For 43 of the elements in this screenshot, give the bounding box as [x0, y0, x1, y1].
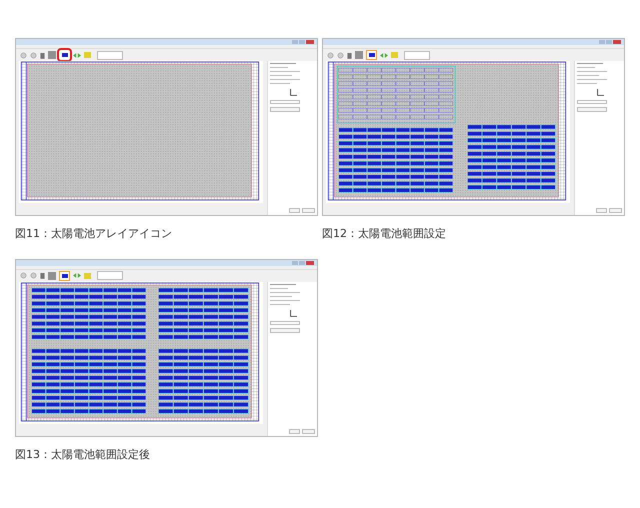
fill-tool[interactable]	[84, 272, 91, 278]
figure-caption: 図13：太陽電池範囲設定後	[15, 446, 151, 462]
trash-icon[interactable]	[40, 52, 45, 58]
solar-array-tool[interactable]	[366, 50, 377, 60]
double-arrow-icon[interactable]	[380, 52, 388, 58]
double-arrow-icon[interactable]	[73, 52, 81, 58]
figure-caption: 図12：太陽電池範囲設定	[322, 226, 447, 242]
ok-button[interactable]	[596, 208, 607, 213]
toolbar-button[interactable]	[404, 50, 430, 60]
zoom-out-icon[interactable]	[337, 52, 344, 58]
trash-icon[interactable]	[347, 52, 352, 58]
solar-array-tool[interactable]	[59, 270, 70, 280]
double-arrow-icon[interactable]	[73, 273, 81, 278]
zoom-in-icon[interactable]	[20, 52, 27, 58]
dropdown-field[interactable]	[270, 100, 300, 104]
window-controls-icon[interactable]	[292, 260, 314, 264]
ok-button[interactable]	[289, 428, 300, 434]
window-controls-icon[interactable]	[292, 40, 314, 44]
axis-icon	[288, 89, 296, 97]
figure-caption: 図11：太陽電池アレイアイコン	[15, 226, 173, 242]
cancel-button[interactable]	[302, 428, 315, 434]
layout-canvas[interactable]	[19, 282, 263, 424]
trash-icon[interactable]	[40, 272, 45, 279]
dropdown-field[interactable]	[577, 100, 607, 104]
block-tool[interactable]	[48, 272, 56, 280]
dropdown-field[interactable]	[270, 320, 300, 324]
cancel-button[interactable]	[609, 208, 622, 213]
ok-button[interactable]	[289, 208, 300, 213]
axis-icon	[596, 89, 604, 97]
toolbar-button[interactable]	[97, 271, 123, 280]
solar-array-tool[interactable]	[59, 50, 70, 60]
axis-icon	[288, 310, 296, 318]
zoom-in-icon[interactable]	[20, 272, 27, 279]
toolbar-button[interactable]	[97, 50, 123, 60]
panel-button[interactable]	[270, 328, 300, 332]
zoom-out-icon[interactable]	[30, 272, 37, 279]
panel-button[interactable]	[270, 107, 300, 112]
window-controls-icon[interactable]	[599, 40, 621, 44]
panel-button[interactable]	[577, 107, 607, 112]
zoom-out-icon[interactable]	[30, 52, 37, 58]
layout-canvas[interactable]	[326, 61, 570, 203]
zoom-in-icon[interactable]	[327, 52, 334, 58]
cancel-button[interactable]	[302, 208, 315, 213]
